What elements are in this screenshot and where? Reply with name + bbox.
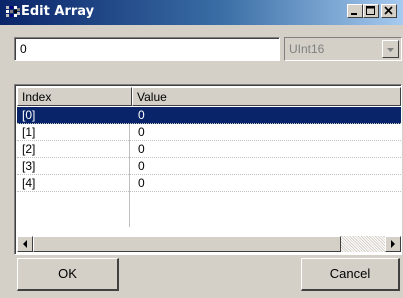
edit-array-dialog: Edit Array 0 UInt16 Index Value [0] 0 [1… xyxy=(0,0,403,298)
minimize-button[interactable] xyxy=(347,4,363,18)
list-row[interactable]: [2] 0 xyxy=(17,141,401,158)
row-index: [2] xyxy=(22,142,36,156)
title-bar[interactable]: Edit Array xyxy=(0,0,403,25)
horizontal-scrollbar[interactable] xyxy=(17,236,401,252)
type-select[interactable]: UInt16 xyxy=(284,37,402,61)
scroll-left-button[interactable] xyxy=(17,236,33,252)
array-list[interactable]: Index Value [0] 0 [1] 0 [2] 0 [3] 0 [4] xyxy=(14,84,402,255)
dropdown-button[interactable] xyxy=(382,40,399,58)
row-value: 0 xyxy=(138,176,145,190)
row-index: [3] xyxy=(22,159,36,173)
ok-button[interactable]: OK xyxy=(17,258,119,291)
column-header-index[interactable]: Index xyxy=(17,87,132,106)
row-index: [0] xyxy=(22,108,36,122)
list-header: Index Value xyxy=(17,87,401,106)
scroll-thumb[interactable] xyxy=(33,236,341,252)
list-row[interactable]: [3] 0 xyxy=(17,158,401,175)
scroll-right-button[interactable] xyxy=(385,236,401,252)
type-select-value: UInt16 xyxy=(289,42,325,56)
cancel-button[interactable]: Cancel xyxy=(301,258,400,291)
row-index: [4] xyxy=(22,176,36,190)
list-rows: [0] 0 [1] 0 [2] 0 [3] 0 [4] 0 xyxy=(17,107,401,192)
maximize-button[interactable] xyxy=(363,4,379,18)
row-value: 0 xyxy=(138,142,145,156)
window-title: Edit Array xyxy=(21,4,95,19)
column-header-value[interactable]: Value xyxy=(132,87,401,106)
array-icon xyxy=(6,5,20,19)
row-value: 0 xyxy=(138,159,145,173)
list-row[interactable]: [0] 0 xyxy=(17,107,401,124)
list-row[interactable]: [4] 0 xyxy=(17,175,401,192)
row-index: [1] xyxy=(22,125,36,139)
close-button[interactable] xyxy=(381,4,397,18)
row-value: 0 xyxy=(138,125,145,139)
row-value: 0 xyxy=(138,108,145,122)
value-input[interactable]: 0 xyxy=(14,37,280,61)
list-row[interactable]: [1] 0 xyxy=(17,124,401,141)
